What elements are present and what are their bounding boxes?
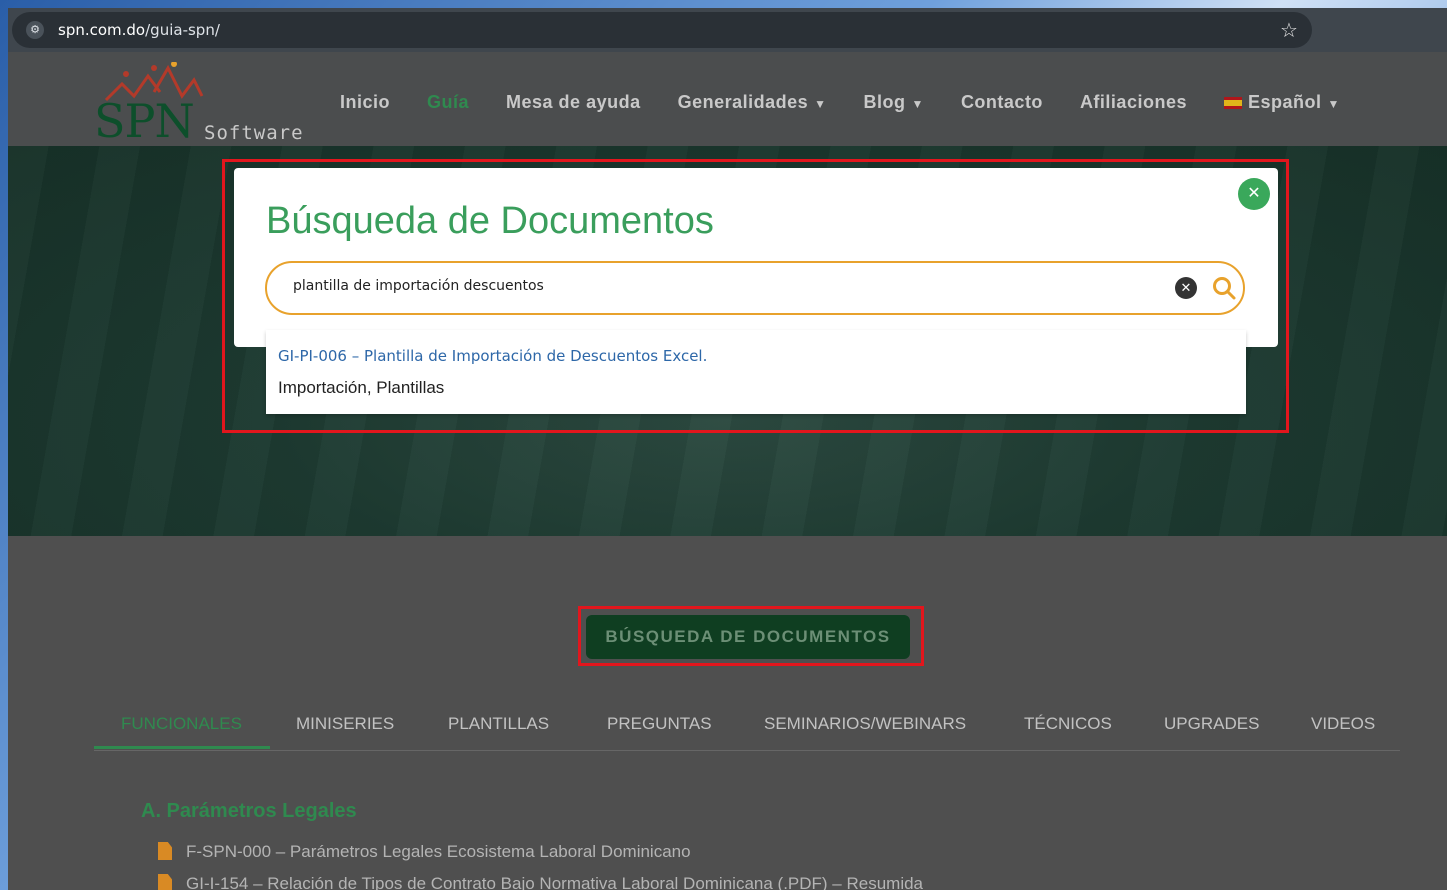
menu-label: Guía (427, 92, 470, 112)
chevron-down-icon: ▼ (814, 97, 827, 111)
menu-generalidades[interactable]: Generalidades ▼ (678, 92, 827, 113)
suggestion-link[interactable]: GI-PI-006 – Plantilla de Importación de … (278, 347, 707, 365)
address-bar: ⚙ spn.com.do/guia-spn/ ☆ (8, 8, 1447, 52)
menu-mesa-de-ayuda[interactable]: Mesa de ayuda (506, 92, 641, 113)
url-host: spn.com.do (58, 21, 146, 39)
suggestion-tags: Importación, Plantillas (278, 378, 445, 397)
main-menu: Inicio Guía Mesa de ayuda Generalidades ▼… (340, 92, 1377, 113)
spn-logo[interactable]: SPN Software (94, 62, 324, 148)
menu-inicio[interactable]: Inicio (340, 92, 390, 113)
document-link[interactable]: F-SPN-000 – Parámetros Legales Ecosistem… (158, 842, 691, 862)
menu-afiliaciones[interactable]: Afiliaciones (1080, 92, 1187, 113)
tab-preguntas[interactable]: PREGUNTAS (607, 714, 712, 734)
close-icon: ✕ (1247, 185, 1261, 202)
menu-label: Blog (863, 92, 906, 112)
url-text[interactable]: spn.com.do/guia-spn/ (58, 21, 220, 39)
category-tabs: FUNCIONALES MINISERIES PLANTILLAS PREGUN… (94, 708, 1400, 751)
site-info-icon[interactable]: ⚙ (26, 21, 44, 39)
logo-software-text: Software (204, 122, 304, 144)
tab-videos[interactable]: VIDEOS (1311, 714, 1375, 734)
language-label: Español (1247, 92, 1322, 112)
clear-icon[interactable]: ✕ (1175, 277, 1197, 299)
search-modal: Búsqueda de Documentos ✕ ✕ (234, 168, 1278, 347)
tab-funcionales[interactable]: FUNCIONALES (121, 714, 242, 734)
browser-window: ⚙ spn.com.do/guia-spn/ ☆ SPN Software In… (8, 8, 1447, 890)
menu-label: Afiliaciones (1079, 92, 1187, 112)
spain-flag-icon (1223, 97, 1242, 110)
menu-label: Generalidades (677, 92, 809, 112)
site-header: SPN Software Inicio Guía Mesa de ayuda G… (8, 52, 1447, 148)
document-icon (158, 874, 172, 890)
search-box: ✕ (265, 261, 1245, 315)
chevron-down-icon: ▼ (1327, 97, 1340, 111)
menu-label: Mesa de ayuda (506, 92, 641, 112)
tab-miniseries[interactable]: MINISERIES (296, 714, 394, 734)
tab-plantillas[interactable]: PLANTILLAS (448, 714, 549, 734)
document-link[interactable]: GI-I-154 – Relación de Tipos de Contrato… (158, 874, 923, 890)
url-path: /guia-spn/ (145, 21, 220, 39)
url-field[interactable]: ⚙ spn.com.do/guia-spn/ ☆ (12, 12, 1312, 48)
document-label: GI-I-154 – Relación de Tipos de Contrato… (186, 874, 924, 890)
search-icon[interactable] (1209, 273, 1239, 303)
bookmark-star-icon[interactable]: ☆ (1280, 18, 1298, 43)
menu-guia[interactable]: Guía (427, 92, 469, 113)
menu-label: Inicio (340, 92, 391, 112)
section-title: A. Parámetros Legales (141, 800, 357, 822)
tab-seminarios-webinars[interactable]: SEMINARIOS/WEBINARS (764, 714, 966, 734)
document-label: F-SPN-000 – Parámetros Legales Ecosistem… (186, 842, 691, 861)
close-button[interactable]: ✕ (1238, 178, 1270, 210)
document-search-button[interactable]: BÚSQUEDA DE DOCUMENTOS (586, 615, 910, 659)
menu-blog[interactable]: Blog ▼ (864, 92, 924, 113)
logo-spn-text: SPN (94, 94, 195, 148)
tab-upgrades[interactable]: UPGRADES (1164, 714, 1259, 734)
menu-contacto[interactable]: Contacto (961, 92, 1043, 113)
search-suggestion[interactable]: GI-PI-006 – Plantilla de Importación de … (266, 330, 1246, 414)
modal-title: Búsqueda de Documentos (266, 200, 714, 242)
chevron-down-icon: ▼ (911, 97, 924, 111)
tab-tecnicos[interactable]: TÉCNICOS (1024, 714, 1112, 734)
document-icon (158, 842, 172, 860)
active-tab-indicator (94, 746, 270, 749)
menu-label: Contacto (960, 92, 1043, 112)
language-selector[interactable]: Español ▼ (1223, 92, 1340, 113)
search-input[interactable] (293, 278, 1133, 294)
